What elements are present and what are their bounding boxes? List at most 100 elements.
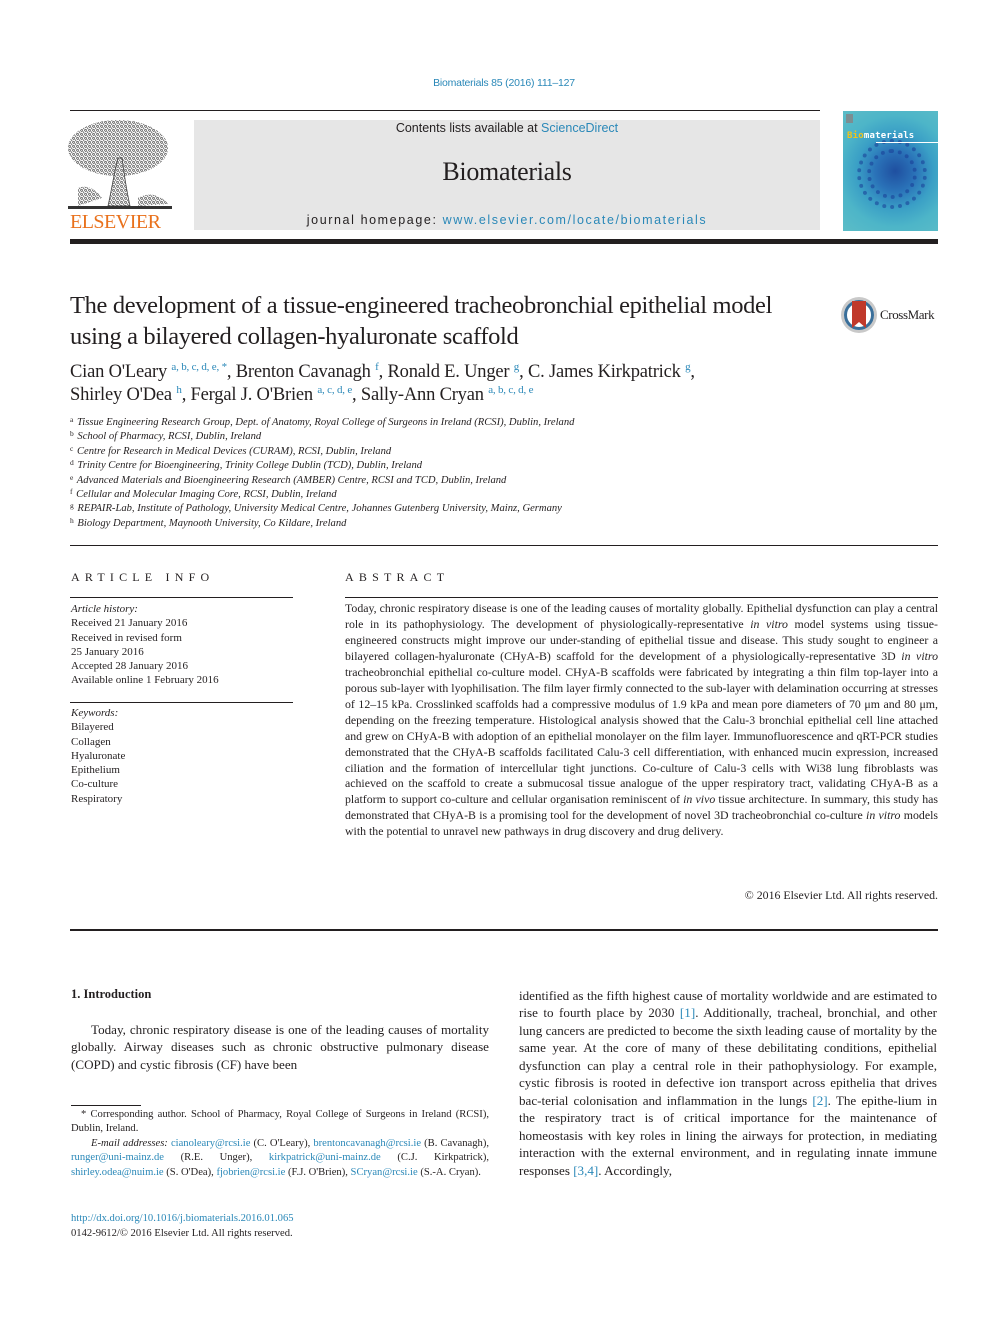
author-name: Ronald E. Unger [387,362,514,382]
citation-link[interactable]: [2] [812,1093,827,1108]
author[interactable]: Ronald E. Unger g [387,361,520,383]
email-link[interactable]: kirkpatrick@uni-mainz.de [269,1152,381,1163]
author-affiliation-marks[interactable]: a, b, c, d, e [488,384,533,396]
affiliation-key: b [70,429,74,439]
email-link[interactable]: runger@uni-mainz.de [71,1152,164,1163]
abstract-italic: in vivo [683,792,716,807]
journal-homepage-link[interactable]: www.elsevier.com/locate/biomaterials [443,213,708,227]
author[interactable]: Sally-Ann Cryan a, b, c, d, e [360,384,534,406]
email-owner: (F.J. O'Brien), [285,1166,351,1178]
affiliation-text: Tissue Engineering Research Group, Dept.… [74,417,575,428]
email-owner: (C.J. Kirkpatrick), [380,1152,489,1164]
abstract-segment: tracheobronchial epithelial co-culture m… [345,664,938,807]
intro-paragraph-right: identified as the fifth highest cause of… [519,987,937,1179]
author-affiliation-marks[interactable]: g [685,361,691,373]
affiliation-key: h [70,515,74,525]
author-affiliation-marks[interactable]: a, c, d, e [317,384,352,396]
history-entry: Received 21 January 2016 [71,617,188,630]
crossmark-button[interactable]: CrossMark [840,296,940,336]
author[interactable]: Shirley O'Dea h [70,384,182,406]
article-title: The development of a tissue-engineered t… [70,292,773,350]
journal-citation-link[interactable]: Biomaterials 85 (2016) 111–127 [0,77,992,89]
affiliation-key: g [70,501,74,511]
keyword: Bilayered [71,721,114,734]
author-name: Sally-Ann Cryan [360,385,489,405]
affiliation-list: a Tissue Engineering Research Group, Dep… [70,416,770,531]
affiliation-key: e [70,472,74,482]
article-info-rule [70,597,293,598]
journal-name: Biomaterials [442,157,572,186]
affiliation-text: Advanced Materials and Bioengineering Re… [74,474,507,486]
affiliation-text: Cellular and Molecular Imaging Core, RCS… [73,489,337,501]
email-owner: (R.E. Unger), [164,1152,269,1164]
header-top-rule [70,110,820,111]
history-entry: Accepted 28 January 2016 [71,660,188,673]
article-history: Article history: Received 21 January 201… [71,602,291,688]
doi-link[interactable]: http://dx.doi.org/10.1016/j.biomaterials… [71,1213,294,1224]
contents-available-line: Contents lists available at ScienceDirec… [194,121,820,135]
abstract-rule [345,597,938,598]
keyword: Collagen [71,735,111,748]
homepage-prefix: journal homepage: [306,213,443,227]
author-affiliation-marks[interactable]: h [176,384,182,396]
issn-copyright: 0142-9612/© 2016 Elsevier Ltd. All right… [71,1228,293,1239]
affiliation-key: a [70,415,74,424]
history-entry: Received in revised form [71,631,182,644]
abstract-text: Today, chronic respiratory disease is on… [345,601,938,840]
author-name: Brenton Cavanagh [235,362,376,382]
cover-rule [876,142,938,143]
email-link[interactable]: brentoncavanagh@rcsi.ie [313,1138,421,1149]
author[interactable]: Brenton Cavanagh f [235,361,379,383]
history-entry: Available online 1 February 2016 [71,674,219,687]
tree-icon [68,120,172,209]
author-name: C. James Kirkpatrick [527,362,686,382]
abstract-italic: in vitro [750,616,788,631]
cover-title: Biomaterials [847,131,914,141]
header-thick-rule [70,239,938,244]
affiliation: g REPAIR-Lab, Institute of Pathology, Un… [70,502,770,516]
author-affiliation-marks[interactable]: f [375,361,379,373]
crossmark-label: CrossMark [880,307,935,322]
affiliation-text: Trinity Centre for Bioengineering, Trini… [74,460,423,472]
elsevier-wordmark: ELSEVIER [70,211,161,233]
author[interactable]: Cian O'Leary a, b, c, d, e, * [70,361,227,383]
corresponding-author-note: * Corresponding author. School of Pharma… [71,1109,489,1135]
keyword: Respiratory [71,792,123,805]
keyword: Epithelium [71,764,120,777]
email-link[interactable]: SCryan@rcsi.ie [351,1167,418,1178]
author-affiliation-marks[interactable]: g [514,361,520,373]
affiliation-key: c [70,443,74,453]
abstract-italic: in vitro [866,808,901,823]
section-rule [70,545,938,546]
cover-publisher-icon [846,114,853,123]
keywords-rule [70,702,293,703]
affiliation: h Biology Department, Maynooth Universit… [70,517,770,531]
citation-link[interactable]: [3,4] [573,1163,598,1178]
author-name: Cian O'Leary [70,362,172,382]
front-matter-end-rule [70,929,938,931]
author[interactable]: C. James Kirkpatrick g [527,361,691,383]
sciencedirect-link[interactable]: ScienceDirect [541,121,618,135]
keyword: Hyaluronate [71,749,126,762]
affiliation-key: d [70,458,74,468]
history-entry: 25 January 2016 [71,645,144,658]
affiliation: e Advanced Materials and Bioengineering … [70,472,770,488]
affiliation-text: REPAIR-Lab, Institute of Pathology, Univ… [74,503,562,515]
article-history-label: Article history: [71,603,138,615]
journal-homepage-line: journal homepage: www.elsevier.com/locat… [194,213,820,227]
email-link[interactable]: cianoleary@rcsi.ie [171,1138,250,1149]
affiliation-text: Centre for Research in Medical Devices (… [74,445,392,457]
affiliation: f Cellular and Molecular Imaging Core, R… [70,488,770,502]
intro-paragraph-left: Today, chronic respiratory disease is on… [71,1022,489,1072]
author[interactable]: Fergal J. O'Brien a, c, d, e [191,384,353,406]
email-link[interactable]: fjobrien@rcsi.ie [216,1167,285,1178]
body-text-segment: . Accordingly, [598,1162,672,1178]
email-owner: (C. O'Leary), [250,1137,314,1149]
footnote: * Corresponding author. School of Pharma… [71,1108,489,1180]
email-link[interactable]: shirley.odea@nuim.ie [71,1167,164,1178]
email-owner: (S.-A. Cryan). [417,1166,481,1178]
journal-cover-thumbnail[interactable]: Biomaterials [843,111,938,231]
citation-link[interactable]: [1] [680,1005,695,1020]
author-affiliation-marks[interactable]: a, b, c, d, e, * [171,361,227,373]
article-history-list: Received 21 January 2016 Received in revi… [71,616,291,687]
